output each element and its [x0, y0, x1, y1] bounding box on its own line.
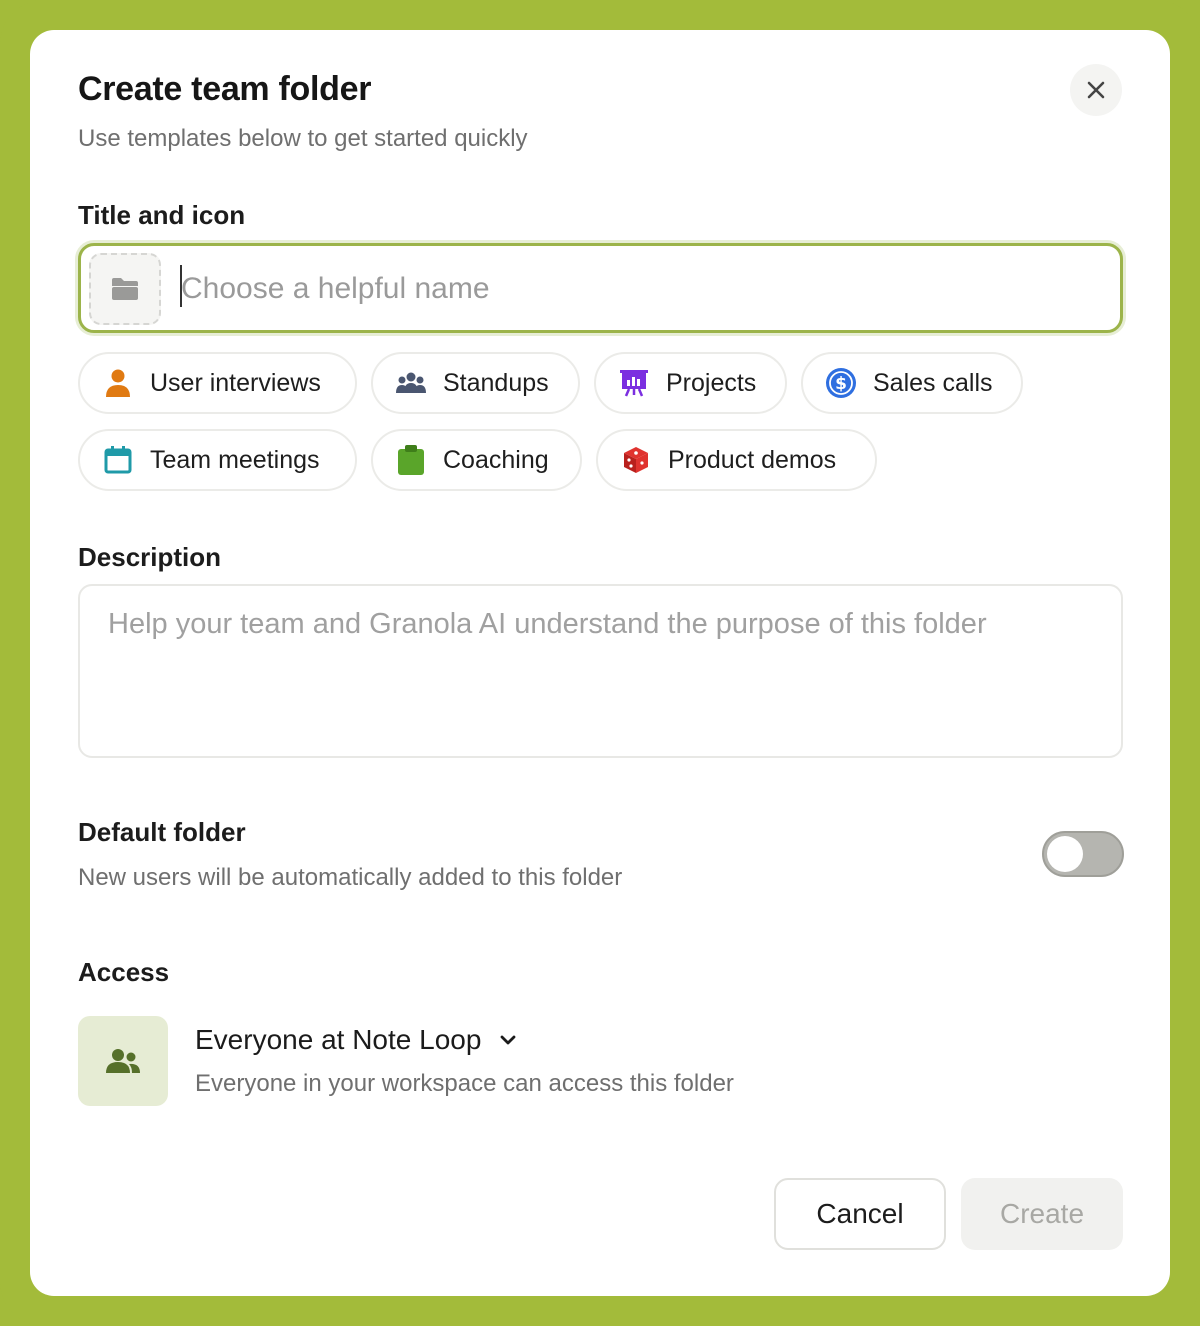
clipboard-icon [395, 444, 427, 476]
description-field-container [78, 584, 1123, 758]
close-icon [1087, 81, 1105, 99]
access-help-text: Everyone in your workspace can access th… [195, 1070, 734, 1097]
template-chip-product-demos[interactable]: Product demos [596, 429, 877, 491]
calendar-icon [102, 444, 134, 476]
folder-name-input[interactable] [181, 260, 1101, 318]
description-input[interactable] [80, 586, 1121, 756]
svg-text:$: $ [835, 374, 847, 394]
chevron-down-icon [499, 1034, 517, 1046]
access-selected-value: Everyone at Note Loop [195, 1024, 482, 1055]
close-button[interactable] [1070, 64, 1122, 116]
dialog-title: Create team folder [78, 70, 372, 108]
chip-label: User interviews [150, 368, 321, 397]
chip-label: Sales calls [873, 368, 993, 397]
template-chip-standups[interactable]: Standups [371, 352, 580, 414]
chip-label: Standups [443, 368, 549, 397]
chip-label: Team meetings [150, 445, 320, 474]
cancel-button[interactable]: Cancel [774, 1178, 946, 1250]
template-chip-team-meetings[interactable]: Team meetings [78, 429, 357, 491]
create-team-folder-dialog: Create team folder Use templates below t… [30, 30, 1170, 1296]
dice-icon [620, 444, 652, 476]
toggle-knob [1047, 836, 1083, 872]
dollar-icon: $ [825, 367, 857, 399]
people-icon [106, 1049, 140, 1073]
default-folder-toggle[interactable] [1042, 831, 1124, 877]
dialog-subtitle: Use templates below to get started quick… [78, 125, 528, 152]
folder-icon [112, 278, 138, 300]
template-chip-user-interviews[interactable]: User interviews [78, 352, 357, 414]
access-dropdown[interactable]: Everyone at Note Loop [195, 1024, 517, 1056]
chip-label: Product demos [668, 445, 837, 474]
access-icon-tile [78, 1016, 168, 1106]
access-label: Access [78, 957, 170, 987]
name-field-container [78, 243, 1123, 333]
template-chip-projects[interactable]: Projects [594, 352, 787, 414]
template-chip-sales-calls[interactable]: $ Sales calls [801, 352, 1023, 414]
default-folder-help: New users will be automatically added to… [78, 864, 623, 891]
presentation-icon [618, 367, 650, 399]
person-icon [102, 367, 134, 399]
create-button[interactable]: Create [961, 1178, 1123, 1250]
folder-icon-picker[interactable] [89, 253, 161, 325]
template-chip-coaching[interactable]: Coaching [371, 429, 582, 491]
title-and-icon-label: Title and icon [78, 200, 246, 230]
default-folder-label: Default folder [78, 817, 246, 847]
chip-label: Projects [666, 368, 757, 397]
chip-label: Coaching [443, 445, 549, 474]
group-icon [395, 367, 427, 399]
description-label: Description [78, 542, 222, 572]
